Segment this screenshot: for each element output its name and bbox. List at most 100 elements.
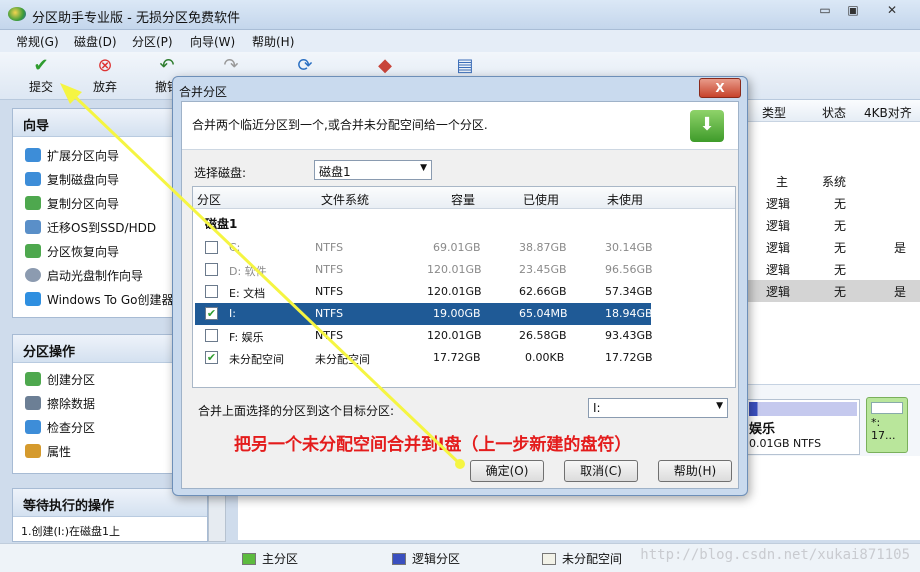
legend-logical: 逻辑分区 (392, 550, 460, 567)
partition-row[interactable]: F: 娱乐 NTFS 120.01GB 26.58GB 93.43GB (195, 325, 653, 347)
app-logo-icon (8, 7, 26, 21)
op-check-partition[interactable]: 检查分区 (25, 419, 95, 439)
menu-general[interactable]: 常规(G) (16, 33, 59, 50)
dialog-close-button[interactable]: X (699, 78, 741, 98)
merge-target-select[interactable]: I: ▼ (588, 398, 728, 418)
table-row[interactable]: 逻辑无 (740, 192, 920, 214)
redo-icon: ↷ (223, 55, 239, 76)
col-4k-align[interactable]: 4KB对齐 (864, 104, 912, 121)
legend-primary: 主分区 (242, 550, 298, 567)
wizard-copy-disk[interactable]: 复制磁盘向导 (25, 171, 119, 191)
wizard-bootable-cd[interactable]: 启动光盘制作向导 (25, 267, 143, 287)
partition-row-selected[interactable]: ✔ I: NTFS 19.00GB 65.04MB 18.94GB (195, 303, 653, 325)
help-button[interactable]: 帮助(H) (658, 460, 732, 482)
table-row[interactable]: 逻辑无 (740, 258, 920, 280)
submit-button[interactable]: ✔ 提交 (16, 54, 66, 98)
annotation-text: 把另一个未分配空间合并到I盘（上一步新建的盘符） (234, 435, 632, 455)
menu-disk[interactable]: 磁盘(D) (74, 33, 117, 50)
disk-group-label: 磁盘1 (205, 217, 238, 231)
disk-block-f[interactable]: 娱乐 0.01GB NTFS (746, 399, 860, 455)
pending-scrollbar[interactable] (208, 488, 226, 542)
migrate-icon (25, 220, 41, 234)
col-filesystem[interactable]: 文件系统 (321, 191, 369, 208)
wizard-copy-partition[interactable]: 复制分区向导 (25, 195, 119, 215)
op-wipe-data[interactable]: 擦除数据 (25, 395, 95, 415)
windows-icon (25, 292, 41, 306)
wizard-partition-recovery[interactable]: 分区恢复向导 (25, 243, 119, 263)
discard-icon: ⊗ (97, 55, 113, 76)
partition-row[interactable]: ✔ 未分配空间 未分配空间 17.72GB 0.00KB 17.72GB (195, 347, 653, 369)
window-title: 分区助手专业版 - 无损分区免费软件 (32, 11, 240, 26)
legend-bar: 主分区 逻辑分区 未分配空间 http://blog.csdn.net/xuka… (0, 543, 920, 572)
partition-row[interactable]: C: NTFS 69.01GB 38.87GB 30.14GB (195, 237, 653, 259)
create-icon (25, 372, 41, 386)
copy-disk-icon (25, 172, 41, 186)
col-status[interactable]: 状态 (822, 104, 846, 121)
checkbox[interactable] (205, 263, 218, 276)
copy-partition-icon (25, 196, 41, 210)
submit-label: 提交 (28, 80, 53, 94)
unallocated-info: 17... (871, 429, 896, 442)
unallocated-name: *: (871, 416, 881, 429)
col-partition[interactable]: 分区 (197, 191, 221, 208)
dialog-banner: 合并两个临近分区到一个,或合并未分配空间给一个分区. ⬇ (182, 102, 738, 150)
undo-icon: ↶ (159, 55, 175, 76)
recovery-icon (25, 244, 41, 258)
merge-target-label: 合并上面选择的分区到这个目标分区: (198, 404, 395, 418)
check-icon: ✔ (33, 55, 49, 76)
cd-icon (25, 268, 41, 282)
checkbox[interactable] (205, 241, 218, 254)
col-capacity[interactable]: 容量 (451, 191, 475, 208)
pending-ops-panel: 等待执行的操作 1.创建(I:)在磁盘1上 (12, 488, 208, 542)
discard-label: 放弃 (92, 80, 117, 94)
primary-swatch-icon (242, 553, 256, 565)
checkbox[interactable] (205, 329, 218, 342)
disk-icon: ▤ (456, 55, 474, 76)
refresh-icon: ⟳ (297, 55, 313, 76)
disk-select-value: 磁盘1 (319, 165, 351, 179)
wizard-migrate-os[interactable]: 迁移OS到SSD/HDD (25, 219, 156, 239)
ok-button[interactable]: 确定(O) (470, 460, 544, 482)
op-create-partition[interactable]: 创建分区 (25, 371, 95, 391)
check-partition-icon (25, 420, 41, 434)
disk-select[interactable]: 磁盘1 ▼ (314, 160, 432, 180)
disk-block-unallocated[interactable]: *: 17... (866, 397, 908, 453)
col-free[interactable]: 未使用 (607, 191, 643, 208)
table-row[interactable]: 逻辑无 (740, 214, 920, 236)
dialog-title: 合并分区 (179, 85, 228, 99)
legend-unallocated: 未分配空间 (542, 550, 622, 567)
unallocated-swatch-icon (542, 553, 556, 565)
checkbox-checked[interactable]: ✔ (205, 307, 218, 320)
maximize-button[interactable]: ▣ (840, 2, 866, 20)
extend-icon (25, 148, 41, 162)
menu-partition[interactable]: 分区(P) (132, 33, 173, 50)
logical-swatch-icon (392, 553, 406, 565)
dialog-description: 合并两个临近分区到一个,或合并未分配空间给一个分区. (192, 118, 488, 132)
table-row-selected[interactable]: 逻辑无是 (740, 280, 920, 302)
wipe-icon (25, 396, 41, 410)
partition-row[interactable]: D: 软件 NTFS 120.01GB 23.45GB 96.56GB (195, 259, 653, 281)
merge-partition-dialog: 合并分区 X 合并两个临近分区到一个,或合并未分配空间给一个分区. ⬇ 选择磁盘… (172, 76, 748, 496)
cancel-button[interactable]: 取消(C) (564, 460, 638, 482)
partition-row[interactable]: E: 文档 NTFS 120.01GB 62.66GB 57.34GB (195, 281, 653, 303)
minimize-button[interactable]: ▭ (812, 2, 838, 20)
wizard-windows-to-go[interactable]: Windows To Go创建器 (25, 291, 173, 311)
menu-wizard[interactable]: 向导(W) (190, 33, 235, 50)
partition-table-header: 分区 文件系统 容量 已使用 未使用 (193, 187, 735, 209)
chevron-down-icon: ▼ (420, 163, 427, 173)
close-button[interactable]: ✕ (876, 2, 908, 20)
checkbox[interactable] (205, 285, 218, 298)
title-bar: 分区助手专业版 - 无损分区免费软件 ▭ ▣ ✕ (0, 0, 920, 30)
col-used[interactable]: 已使用 (523, 191, 559, 208)
discard-button[interactable]: ⊗ 放弃 (80, 54, 130, 98)
col-type[interactable]: 类型 (762, 104, 786, 121)
checkbox-checked[interactable]: ✔ (205, 351, 218, 364)
op-properties[interactable]: 属性 (25, 443, 71, 463)
table-row[interactable]: 主系统 (740, 170, 920, 192)
wizard-extend-partition[interactable]: 扩展分区向导 (25, 147, 119, 167)
disk-block-info: 0.01GB NTFS (749, 437, 822, 450)
properties-icon (25, 444, 41, 458)
pending-op-item[interactable]: 1.创建(I:)在磁盘1上 (21, 523, 120, 543)
table-row[interactable]: 逻辑无是 (740, 236, 920, 258)
menu-help[interactable]: 帮助(H) (252, 33, 294, 50)
